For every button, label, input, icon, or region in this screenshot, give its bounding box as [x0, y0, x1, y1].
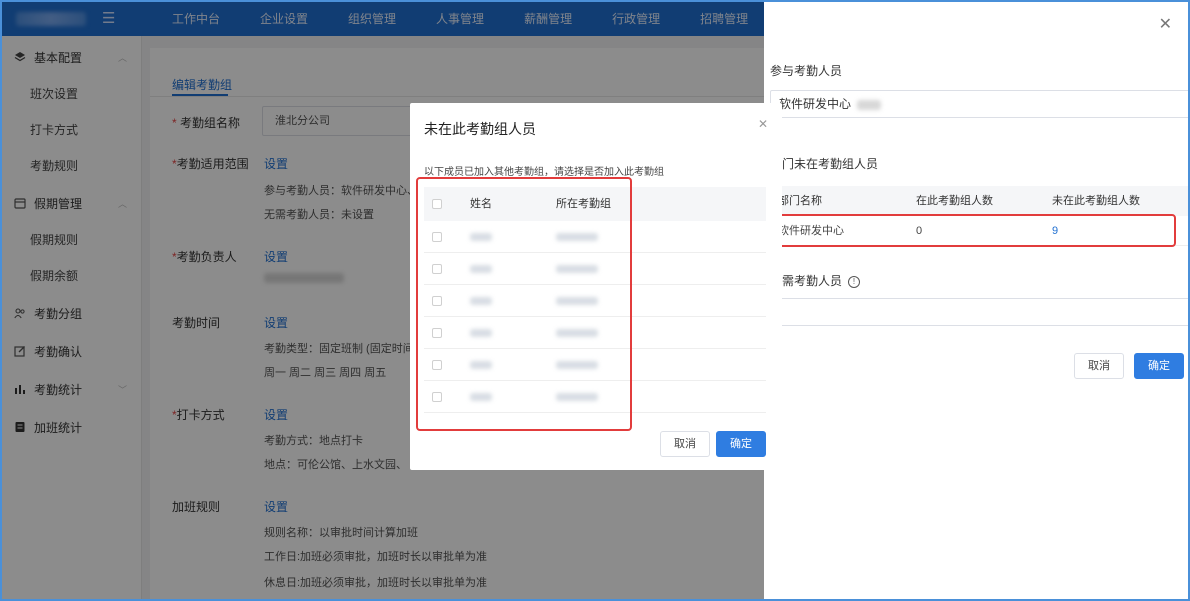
modal-description: 以下成员已加入其他考勤组，请选择是否加入此考勤组: [424, 167, 664, 178]
not-in-group-modal: 未在此考勤组人员 ✕ 以下成员已加入其他考勤组，请选择是否加入此考勤组 姓名 所…: [410, 103, 782, 470]
close-icon[interactable]: ✕: [758, 117, 768, 131]
modal-confirm-button[interactable]: 确定: [716, 431, 766, 457]
highlight-box-members: [416, 177, 632, 431]
drawer-shade: [764, 2, 1188, 599]
app-window: ☰ 工作中台 企业设置 组织管理 人事管理 薪酬管理 行政管理 招聘管理 基本配…: [0, 0, 1190, 601]
modal-title: 未在此考勤组人员: [424, 121, 536, 137]
modal-cancel-button[interactable]: 取消: [660, 431, 710, 457]
